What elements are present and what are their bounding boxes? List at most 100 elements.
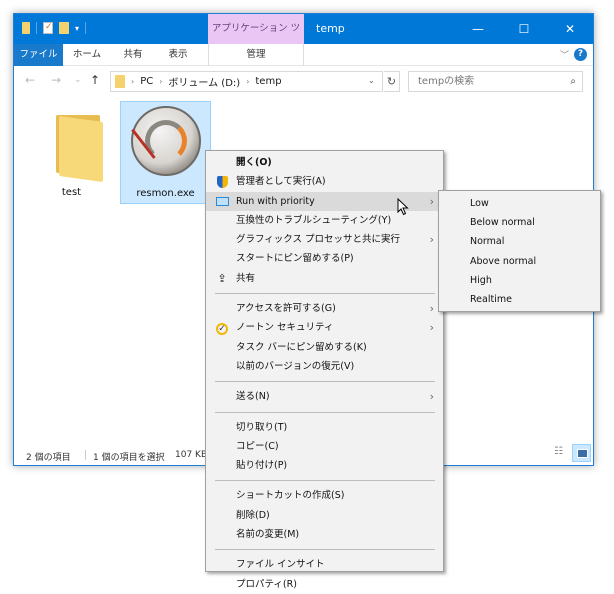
menu-item-label: 以前のバージョンの復元(V): [236, 360, 355, 372]
tab-view[interactable]: 表示: [158, 44, 198, 66]
tab-file[interactable]: ファイル: [14, 44, 63, 66]
menu-item-label: スタートにピン留めする(P): [236, 253, 354, 265]
recent-locations-button[interactable]: ⌄: [74, 75, 82, 85]
menu-separator: [215, 293, 435, 295]
breadcrumb-volume[interactable]: ボリューム (D:): [168, 74, 240, 89]
menu-item-label: ショートカットの作成(S): [236, 490, 345, 502]
menu-item-label: 開く(O): [236, 157, 272, 168]
breadcrumb-temp[interactable]: temp: [255, 76, 281, 87]
menu-separator: [215, 411, 435, 413]
menu-item-label: 名前の変更(M): [236, 529, 300, 541]
folder-icon: [115, 75, 125, 88]
menu-item-label: 削除(D): [236, 509, 270, 521]
forward-button[interactable]: →: [51, 73, 61, 87]
folder-icon: [56, 115, 103, 183]
submenu-arrow-icon: ›: [429, 194, 434, 208]
menu-item-label: 切り取り(T): [236, 421, 288, 433]
refresh-button[interactable]: ↻: [384, 71, 400, 92]
quick-access-toolbar: ▾: [22, 22, 87, 34]
breadcrumb-pc[interactable]: PC: [140, 76, 153, 87]
menu-item-delete[interactable]: 削除(D): [206, 506, 443, 525]
expand-ribbon-icon[interactable]: ﹀: [560, 48, 569, 61]
menu-item-label: グラフィックス プロセッサと共に実行: [236, 234, 401, 246]
menu-item-run-as-admin[interactable]: 管理者として実行(A): [206, 172, 443, 191]
navigation-bar: ← → ⌄ ↑ › PC › ボリューム (D:) › temp ⌄ ↻ tem…: [14, 66, 593, 96]
close-button[interactable]: ✕: [547, 14, 593, 44]
menu-item-label: アクセスを許可する(G): [236, 303, 336, 315]
priority-high[interactable]: High: [439, 271, 600, 290]
details-view-icon[interactable]: ☷: [554, 446, 568, 460]
back-button[interactable]: ←: [25, 73, 35, 87]
priority-normal[interactable]: Normal: [439, 232, 600, 251]
maximize-button[interactable]: ☐: [501, 14, 547, 44]
norton-icon: ✓: [215, 318, 229, 337]
breadcrumb-separator[interactable]: ›: [159, 77, 162, 86]
divider: [36, 22, 37, 34]
mouse-cursor-icon: [397, 198, 409, 216]
menu-item-paste[interactable]: 貼り付け(P): [206, 456, 443, 475]
menu-separator: [215, 480, 435, 482]
menu-item-cut[interactable]: 切り取り(T): [206, 418, 443, 437]
menu-item-file-insight[interactable]: ファイル インサイト: [206, 555, 443, 574]
menu-item-properties[interactable]: プロパティ(R): [206, 575, 443, 594]
address-dropdown-icon[interactable]: ⌄: [368, 76, 375, 85]
menu-separator: [215, 381, 435, 383]
menu-item-label: 管理者として実行(A): [236, 176, 326, 188]
menu-item-label: 貼り付け(P): [236, 460, 288, 472]
ribbon-tabs: ファイル ホーム 共有 表示 管理 ﹀ ?: [14, 44, 593, 66]
menu-item-label: Run with priority: [236, 195, 315, 207]
priority-realtime[interactable]: Realtime: [439, 290, 600, 309]
minimize-button[interactable]: —: [455, 14, 501, 44]
tab-manage[interactable]: 管理: [208, 44, 304, 66]
submenu-arrow-icon: ›: [429, 233, 434, 247]
folder-icon: [22, 22, 30, 34]
priority-above-normal[interactable]: Above normal: [439, 252, 600, 271]
window-title: temp: [316, 22, 345, 35]
breadcrumb-separator[interactable]: ›: [131, 77, 134, 86]
run-priority-icon: [215, 192, 229, 212]
menu-item-norton-security[interactable]: ✓ ノートン セキュリティ ›: [206, 318, 443, 337]
priority-low[interactable]: Low: [439, 194, 600, 213]
properties-icon[interactable]: [43, 22, 53, 34]
menu-item-label: 共有: [236, 272, 256, 284]
submenu-arrow-icon: ›: [429, 390, 434, 404]
menu-item-pin-to-start[interactable]: スタートにピン留めする(P): [206, 249, 443, 268]
title-bar[interactable]: ▾ アプリケーション ツール temp — ☐ ✕: [14, 14, 593, 64]
divider: [85, 450, 86, 460]
menu-item-share[interactable]: ⇪ 共有: [206, 269, 443, 288]
menu-item-send-to[interactable]: 送る(N) ›: [206, 387, 443, 406]
new-folder-icon[interactable]: [59, 22, 69, 34]
help-icon[interactable]: ?: [574, 48, 587, 61]
tab-home[interactable]: ホーム: [66, 44, 108, 66]
menu-item-open[interactable]: 開く(O): [206, 153, 443, 172]
breadcrumb-separator[interactable]: ›: [246, 77, 249, 86]
file-item-resmon[interactable]: resmon.exe: [120, 101, 211, 204]
address-bar[interactable]: › PC › ボリューム (D:) › temp: [110, 71, 383, 92]
contextual-tab-header: アプリケーション ツール: [208, 14, 304, 64]
menu-item-label: ノートン セキュリティ: [236, 322, 334, 334]
search-input[interactable]: tempの検索 ⌕: [408, 71, 583, 92]
up-button[interactable]: ↑: [90, 73, 100, 87]
menu-item-rename[interactable]: 名前の変更(M): [206, 525, 443, 544]
tab-share[interactable]: 共有: [114, 44, 152, 66]
menu-item-copy[interactable]: コピー(C): [206, 437, 443, 456]
customize-qat-icon[interactable]: ▾: [75, 24, 79, 33]
submenu-arrow-icon: ›: [429, 321, 434, 335]
priority-below-normal[interactable]: Below normal: [439, 213, 600, 232]
large-icons-view-icon[interactable]: [572, 444, 591, 462]
menu-item-give-access[interactable]: アクセスを許可する(G) ›: [206, 299, 443, 318]
priority-submenu: Low Below normal Normal Above normal Hig…: [438, 190, 601, 312]
file-name: test: [61, 187, 82, 198]
search-icon[interactable]: ⌕: [570, 72, 576, 91]
menu-item-label: ファイル インサイト: [236, 559, 325, 571]
menu-item-pin-to-taskbar[interactable]: タスク バーにピン留めする(K): [206, 338, 443, 357]
menu-item-run-with-gpu[interactable]: グラフィックス プロセッサと共に実行 ›: [206, 230, 443, 249]
selection-count: 1 個の項目を選択: [93, 453, 165, 463]
resource-monitor-icon: [131, 106, 201, 176]
menu-item-restore-previous-versions[interactable]: 以前のバージョンの復元(V): [206, 357, 443, 376]
submenu-arrow-icon: ›: [429, 302, 434, 316]
file-item-test[interactable]: test: [26, 101, 117, 204]
menu-item-create-shortcut[interactable]: ショートカットの作成(S): [206, 486, 443, 505]
share-icon: ⇪: [217, 271, 227, 285]
menu-separator: [215, 549, 435, 551]
